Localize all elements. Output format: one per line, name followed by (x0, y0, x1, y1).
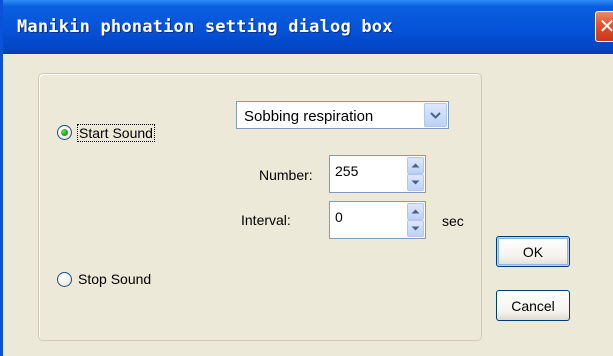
interval-unit: sec (442, 213, 464, 229)
sound-type-select[interactable]: Sobbing respiration (236, 101, 449, 129)
start-sound-radio[interactable] (57, 125, 72, 140)
interval-value[interactable]: 0 (335, 209, 343, 225)
dialog-body: Start Sound Sobbing respiration Number: … (6, 54, 613, 356)
sound-settings-group: Start Sound Sobbing respiration Number: … (38, 73, 482, 341)
ok-button[interactable]: OK (496, 236, 570, 267)
chevron-down-icon[interactable] (424, 103, 447, 127)
number-spinbox[interactable]: 255 (329, 155, 426, 193)
number-label: Number: (259, 167, 313, 183)
window-title: Manikin phonation setting dialog box (17, 17, 393, 37)
interval-label: Interval: (241, 212, 291, 228)
start-sound-label[interactable]: Start Sound (77, 124, 155, 142)
stop-sound-label[interactable]: Stop Sound (78, 271, 151, 287)
interval-spinbox[interactable]: 0 (329, 201, 426, 239)
sound-type-value: Sobbing respiration (244, 108, 374, 125)
close-button[interactable]: ✕ (595, 11, 613, 42)
dialog-window: Manikin phonation setting dialog box ✕ S… (0, 0, 613, 356)
stop-sound-radio[interactable] (57, 272, 72, 287)
decrement-icon[interactable] (407, 220, 424, 237)
cancel-button[interactable]: Cancel (496, 290, 570, 321)
increment-icon[interactable] (407, 157, 424, 174)
decrement-icon[interactable] (407, 174, 424, 191)
number-value[interactable]: 255 (335, 163, 358, 179)
increment-icon[interactable] (407, 203, 424, 220)
title-bar[interactable]: Manikin phonation setting dialog box ✕ (3, 0, 613, 54)
close-icon: ✕ (599, 14, 613, 39)
radio-selected-dot (61, 129, 68, 136)
